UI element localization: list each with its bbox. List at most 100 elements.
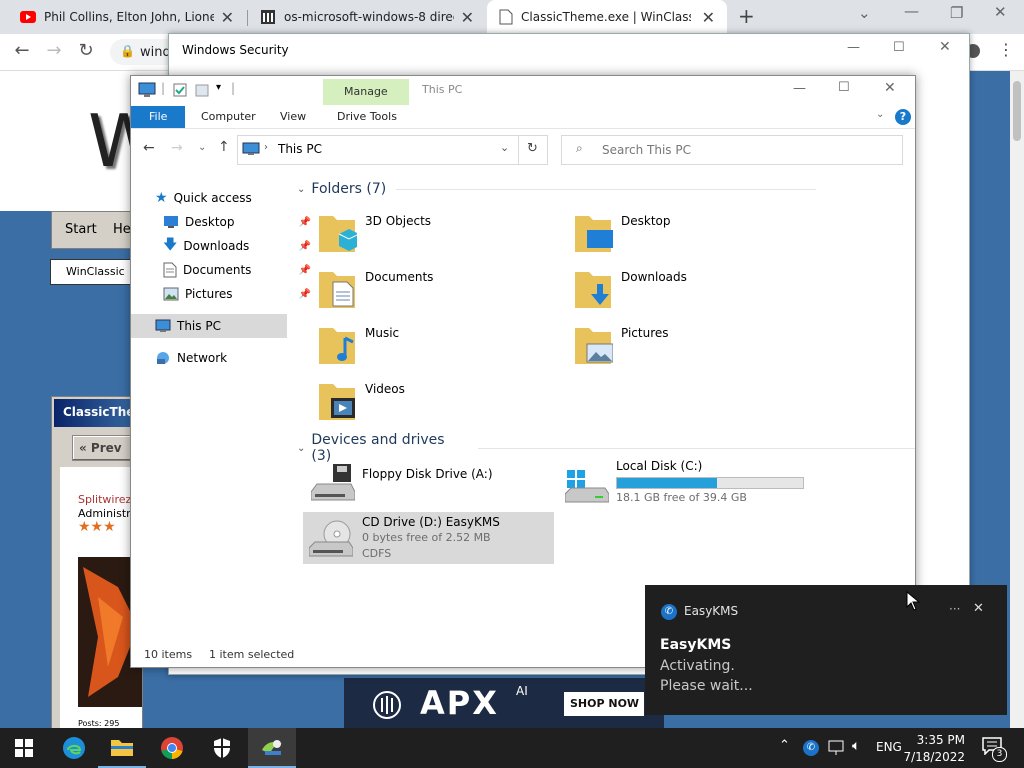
quick-access-dropdown-icon[interactable]: ▾ xyxy=(216,82,221,93)
folder-desktop[interactable]: Desktop xyxy=(563,210,803,260)
browser-tab-winclassic[interactable]: ClassicTheme.exe | WinClassic ✕ xyxy=(487,0,727,34)
ribbon-tab-drive-tools[interactable]: Drive Tools xyxy=(337,106,397,128)
windows-logo-icon xyxy=(15,739,33,757)
close-icon[interactable]: ✕ xyxy=(221,8,234,27)
sidebar-item-documents[interactable]: Documents 📌 xyxy=(131,258,319,282)
close-icon[interactable]: ✕ xyxy=(973,601,984,616)
sidebar-item-quick-access[interactable]: ★ Quick access xyxy=(131,186,311,210)
folder-videos[interactable]: Videos xyxy=(307,378,547,428)
drive-usage-fill xyxy=(617,478,718,488)
sidebar-item-downloads[interactable]: 🡇 Downloads 📌 xyxy=(131,234,319,258)
forward-icon[interactable]: → xyxy=(171,140,183,156)
post-author[interactable]: Splitwirez xyxy=(78,493,131,506)
close-icon[interactable]: ✕ xyxy=(702,8,715,27)
drive-free-space: 18.1 GB free of 39.4 GB xyxy=(616,491,747,504)
address-bar[interactable]: › This PC ⌄ xyxy=(237,135,519,165)
start-button[interactable] xyxy=(0,728,48,768)
up-icon[interactable]: ↑ xyxy=(218,139,230,155)
taskbar-chrome[interactable] xyxy=(148,728,196,768)
back-icon[interactable]: ← xyxy=(143,140,155,156)
easykms-tray-icon[interactable]: ✆ xyxy=(803,740,819,756)
taskbar-edge[interactable] xyxy=(50,728,98,768)
properties-icon[interactable] xyxy=(173,83,187,97)
minimize-icon[interactable]: — xyxy=(793,81,806,96)
folder-pictures[interactable]: Pictures xyxy=(563,322,803,372)
drive-local-c[interactable]: Local Disk (C:) 18.1 GB free of 39.4 GB xyxy=(561,456,811,506)
folder-documents[interactable]: Documents xyxy=(307,266,547,316)
volume-icon[interactable]: 🔈︎ xyxy=(852,738,860,754)
tab-title: os-microsoft-windows-8 directo xyxy=(284,10,454,24)
clock-time: 3:35 PM xyxy=(916,733,965,747)
ribbon-tab-file[interactable]: File xyxy=(131,106,185,128)
folder-name: 3D Objects xyxy=(365,214,432,228)
recent-locations-icon[interactable]: ⌄ xyxy=(198,142,206,153)
scrollbar[interactable] xyxy=(1010,71,1024,728)
close-icon[interactable]: ✕ xyxy=(994,3,1007,21)
context-tab-manage[interactable]: Manage xyxy=(323,79,409,105)
scrollbar-thumb[interactable] xyxy=(1013,81,1021,141)
chevron-down-icon[interactable]: ⌄ xyxy=(858,4,871,22)
network-icon[interactable] xyxy=(828,740,846,756)
prev-button[interactable]: « Prev xyxy=(72,435,132,461)
sidebar-item-network[interactable]: Network xyxy=(131,346,311,370)
ad-banner[interactable]: APX AI SHOP NOW xyxy=(344,678,664,728)
ribbon-expand-icon[interactable]: ⌄ xyxy=(876,109,884,120)
back-icon[interactable]: ← xyxy=(10,40,34,61)
ad-shop-button[interactable]: SHOP NOW xyxy=(564,692,644,716)
browser-tab-youtube[interactable]: Phil Collins, Elton John, Lionel Ric ✕ xyxy=(8,0,246,34)
desktop-icon xyxy=(164,216,178,228)
address-text: This PC xyxy=(278,142,322,156)
folders-section-header[interactable]: ⌄ Folders (7) xyxy=(297,181,817,197)
close-icon[interactable]: ✕ xyxy=(884,80,896,96)
restore-icon[interactable]: ❐ xyxy=(950,4,963,22)
site-select[interactable]: WinClassic xyxy=(50,259,132,285)
drive-cd-d[interactable]: CD Drive (D:) EasyKMS 0 bytes free of 2.… xyxy=(303,512,554,564)
close-icon[interactable]: ✕ xyxy=(461,8,474,27)
new-folder-icon[interactable] xyxy=(195,83,209,97)
browser-tab-archive[interactable]: os-microsoft-windows-8 directo ✕ xyxy=(248,0,486,34)
sidebar-item-this-pc[interactable]: This PC xyxy=(131,314,287,338)
close-icon[interactable]: ✕ xyxy=(939,39,951,55)
notification-count-badge: 3 xyxy=(992,747,1007,762)
prev-button-label: « Prev xyxy=(79,441,122,455)
computer-icon xyxy=(138,82,156,97)
minimize-icon[interactable]: — xyxy=(847,40,860,55)
mouse-cursor-icon xyxy=(906,591,920,611)
new-tab-icon[interactable]: + xyxy=(738,4,755,28)
easykms-app-icon: ✆ xyxy=(661,604,677,620)
nav-start[interactable]: Start xyxy=(65,222,97,237)
folder-downloads[interactable]: Downloads xyxy=(563,266,803,316)
ribbon-tab-computer[interactable]: Computer xyxy=(201,106,256,128)
panel-title: ClassicThe xyxy=(63,405,135,419)
menu-dots-icon[interactable]: ⋮ xyxy=(998,40,1014,59)
rating-stars: ★★★ xyxy=(78,519,116,535)
reload-icon[interactable]: ↻ xyxy=(74,40,98,61)
taskbar-file-explorer[interactable] xyxy=(98,728,146,768)
taskbar-windows-security[interactable] xyxy=(198,728,246,768)
action-center-button[interactable]: 3 xyxy=(982,737,1007,762)
ribbon-tab-view[interactable]: View xyxy=(280,106,306,128)
sidebar-item-desktop[interactable]: Desktop 📌 xyxy=(131,210,319,234)
folder-music[interactable]: Music xyxy=(307,322,547,372)
drive-filesystem: CDFS xyxy=(362,547,392,560)
toast-notification[interactable]: ✆ EasyKMS ··· ✕ EasyKMS Activating. Plea… xyxy=(645,585,1007,715)
language-indicator[interactable]: ENG xyxy=(876,740,902,754)
more-options-icon[interactable]: ··· xyxy=(949,602,960,616)
clock[interactable]: 3:35 PM 7/18/2022 xyxy=(903,731,973,765)
sidebar-item-pictures[interactable]: Pictures 📌 xyxy=(131,282,319,306)
browser-tab-strip: Phil Collins, Elton John, Lionel Ric ✕ o… xyxy=(0,0,1024,34)
refresh-button[interactable]: ↻ xyxy=(518,135,548,165)
drive-floppy[interactable]: Floppy Disk Drive (A:) xyxy=(305,460,555,506)
nav-help[interactable]: He xyxy=(113,222,131,237)
forward-icon[interactable]: → xyxy=(42,40,66,61)
show-hidden-icons-icon[interactable]: ⌃ xyxy=(779,738,790,753)
minimize-icon[interactable]: — xyxy=(904,2,919,20)
maximize-icon[interactable]: ☐ xyxy=(838,80,850,95)
taskbar-easykms[interactable] xyxy=(248,728,296,768)
folder-3d-objects[interactable]: 3D Objects xyxy=(307,210,547,260)
maximize-icon[interactable]: ☐ xyxy=(893,40,905,55)
help-icon[interactable]: ? xyxy=(895,109,911,125)
chevron-down-icon[interactable]: ⌄ xyxy=(500,141,509,154)
search-input[interactable]: ⌕ Search This PC xyxy=(561,135,903,165)
chevron-down-icon: ⌄ xyxy=(297,183,306,195)
